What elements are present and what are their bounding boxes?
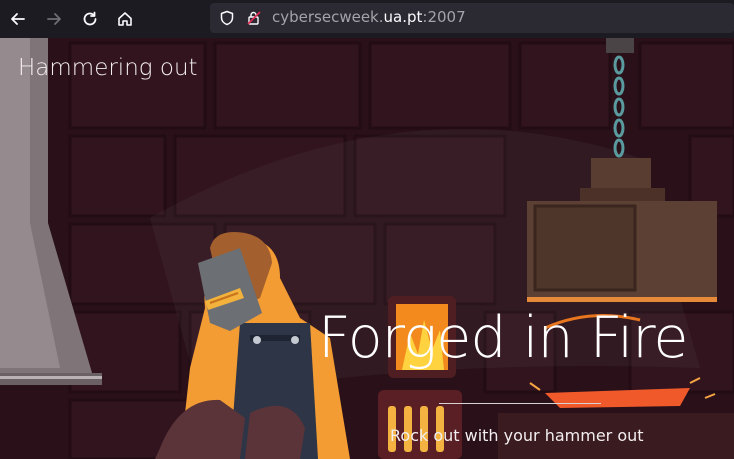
address-bar[interactable]: cybersecweek.ua.pt:2007 [210,3,734,33]
reload-button[interactable] [77,7,103,31]
hero-illustration [0,38,734,459]
url-suffix: :2007 [422,8,466,26]
url-host: ua.pt [383,8,423,26]
shield-icon[interactable] [219,10,235,26]
hero-divider [439,403,601,404]
arrow-left-icon [11,13,25,25]
browser-toolbar: cybersecweek.ua.pt:2007 [0,0,734,38]
hero-title: Forged in Fire [318,305,688,371]
back-button[interactable] [5,7,31,31]
arrow-right-icon [47,13,61,25]
home-icon [118,12,132,26]
site-title: Hammering out [18,55,198,81]
hero-subtitle: Rock out with your hammer out [390,426,644,445]
url-text: cybersecweek.ua.pt:2007 [272,8,466,26]
reload-icon [83,11,97,26]
forward-button[interactable] [41,7,67,31]
url-prefix: cybersecweek. [272,8,384,26]
home-button[interactable] [112,7,138,31]
forge-scene-image [0,38,734,459]
insecure-lock-icon[interactable] [246,10,262,26]
